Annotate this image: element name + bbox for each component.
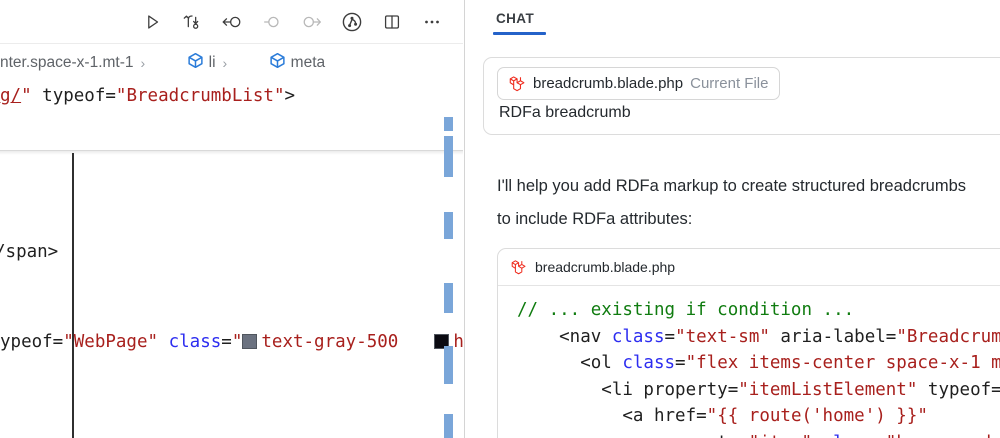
overview-ruler-mark xyxy=(444,212,453,239)
user-message-card: breadcrumb.blade.php Current File RDFa b… xyxy=(483,57,1000,135)
overview-ruler-mark xyxy=(444,414,453,438)
next-change-icon xyxy=(303,16,321,27)
code-line: <ol class="flex items-center space-x-1 m… xyxy=(517,353,1000,373)
overview-ruler-mark xyxy=(444,346,453,384)
previous-change-button[interactable] xyxy=(259,9,285,35)
code-line: // ... existing if condition ... xyxy=(517,300,855,320)
laravel-icon xyxy=(509,75,525,91)
code-block-content: // ... existing if condition ... <nav cl… xyxy=(498,286,1000,438)
more-actions-button[interactable] xyxy=(419,9,445,35)
file-history-graph-icon xyxy=(342,12,362,31)
overview-ruler-mark xyxy=(444,283,453,313)
split-editor-button[interactable] xyxy=(379,9,405,35)
user-message-text: RDFa breadcrumb xyxy=(499,104,631,121)
sticky-scroll-code-line[interactable]: g/" typeof="BreadcrumbList"> xyxy=(0,86,463,106)
compare-changes-button[interactable] xyxy=(179,9,205,35)
chip-filename: breadcrumb.blade.php xyxy=(533,75,684,92)
previous-revision-icon xyxy=(222,16,241,27)
previous-revision-button[interactable] xyxy=(219,9,245,35)
compare-changes-icon xyxy=(183,14,199,29)
code-block-header[interactable]: breadcrumb.blade.php xyxy=(498,249,1000,286)
indent-guide-line xyxy=(72,153,74,438)
breadcrumb: nter.space-x-1.mt-1 › li › meta xyxy=(0,48,325,78)
editor-toolbar xyxy=(0,0,463,44)
overview-ruler-mark xyxy=(444,117,453,131)
tailwind-color-swatch xyxy=(242,334,258,349)
assistant-response-text: I'll help you add RDFa markup to create … xyxy=(497,170,1000,236)
editor-pane[interactable]: nter.space-x-1.mt-1 › li › meta g/" type… xyxy=(0,0,463,438)
chip-current-file-badge: Current File xyxy=(690,75,769,92)
editor-code-line-span[interactable]: /span> xyxy=(0,242,58,262)
code-line: property="item" class="hover:underline" xyxy=(517,430,1000,438)
code-line: <nav class="text-sm" aria-label="Breadcr… xyxy=(517,326,1000,347)
overview-ruler-mark xyxy=(444,136,453,177)
app-window: nter.space-x-1.mt-1 › li › meta g/" type… xyxy=(0,0,1000,438)
file-history-button[interactable] xyxy=(339,9,365,35)
tab-chat[interactable]: CHAT xyxy=(496,11,534,26)
run-button[interactable] xyxy=(139,9,165,35)
previous-change-icon xyxy=(264,16,279,27)
next-change-button[interactable] xyxy=(299,9,325,35)
run-icon xyxy=(148,14,159,29)
more-actions-icon xyxy=(425,20,439,23)
split-editor-icon xyxy=(384,14,400,29)
current-file-chip[interactable]: breadcrumb.blade.php Current File xyxy=(497,67,781,100)
assistant-code-block: breadcrumb.blade.php // ... existing if … xyxy=(497,248,1000,438)
assistant-response-line: to include RDFa attributes: xyxy=(497,210,693,228)
sticky-scroll-shadow xyxy=(0,150,463,155)
assistant-response-line: I'll help you add RDFa markup to create … xyxy=(497,177,967,195)
symbol-element-icon xyxy=(234,34,285,92)
breadcrumb-item-classes[interactable]: nter.space-x-1.mt-1 xyxy=(0,54,134,72)
breadcrumb-separator: › xyxy=(222,55,228,71)
code-block-filename: breadcrumb.blade.php xyxy=(535,259,676,275)
symbol-element-icon xyxy=(152,34,203,92)
breadcrumb-item-meta[interactable]: meta xyxy=(291,54,325,72)
tab-active-underline xyxy=(493,32,546,35)
code-line: <li property="itemListElement" typeof="L… xyxy=(517,379,1000,400)
breadcrumb-separator: › xyxy=(140,55,146,71)
overview-ruler[interactable] xyxy=(444,0,453,438)
breadcrumb-item-li[interactable]: li xyxy=(209,54,216,72)
editor-code-line-webpage[interactable]: ypeof="WebPage" class=" text-gray-500 h xyxy=(0,332,463,352)
chat-panel: CHAT breadcrumb.blade.php Current File R… xyxy=(465,0,1000,438)
laravel-icon xyxy=(511,259,526,274)
code-line: <a href="{{ route('home') }}" xyxy=(517,406,928,426)
